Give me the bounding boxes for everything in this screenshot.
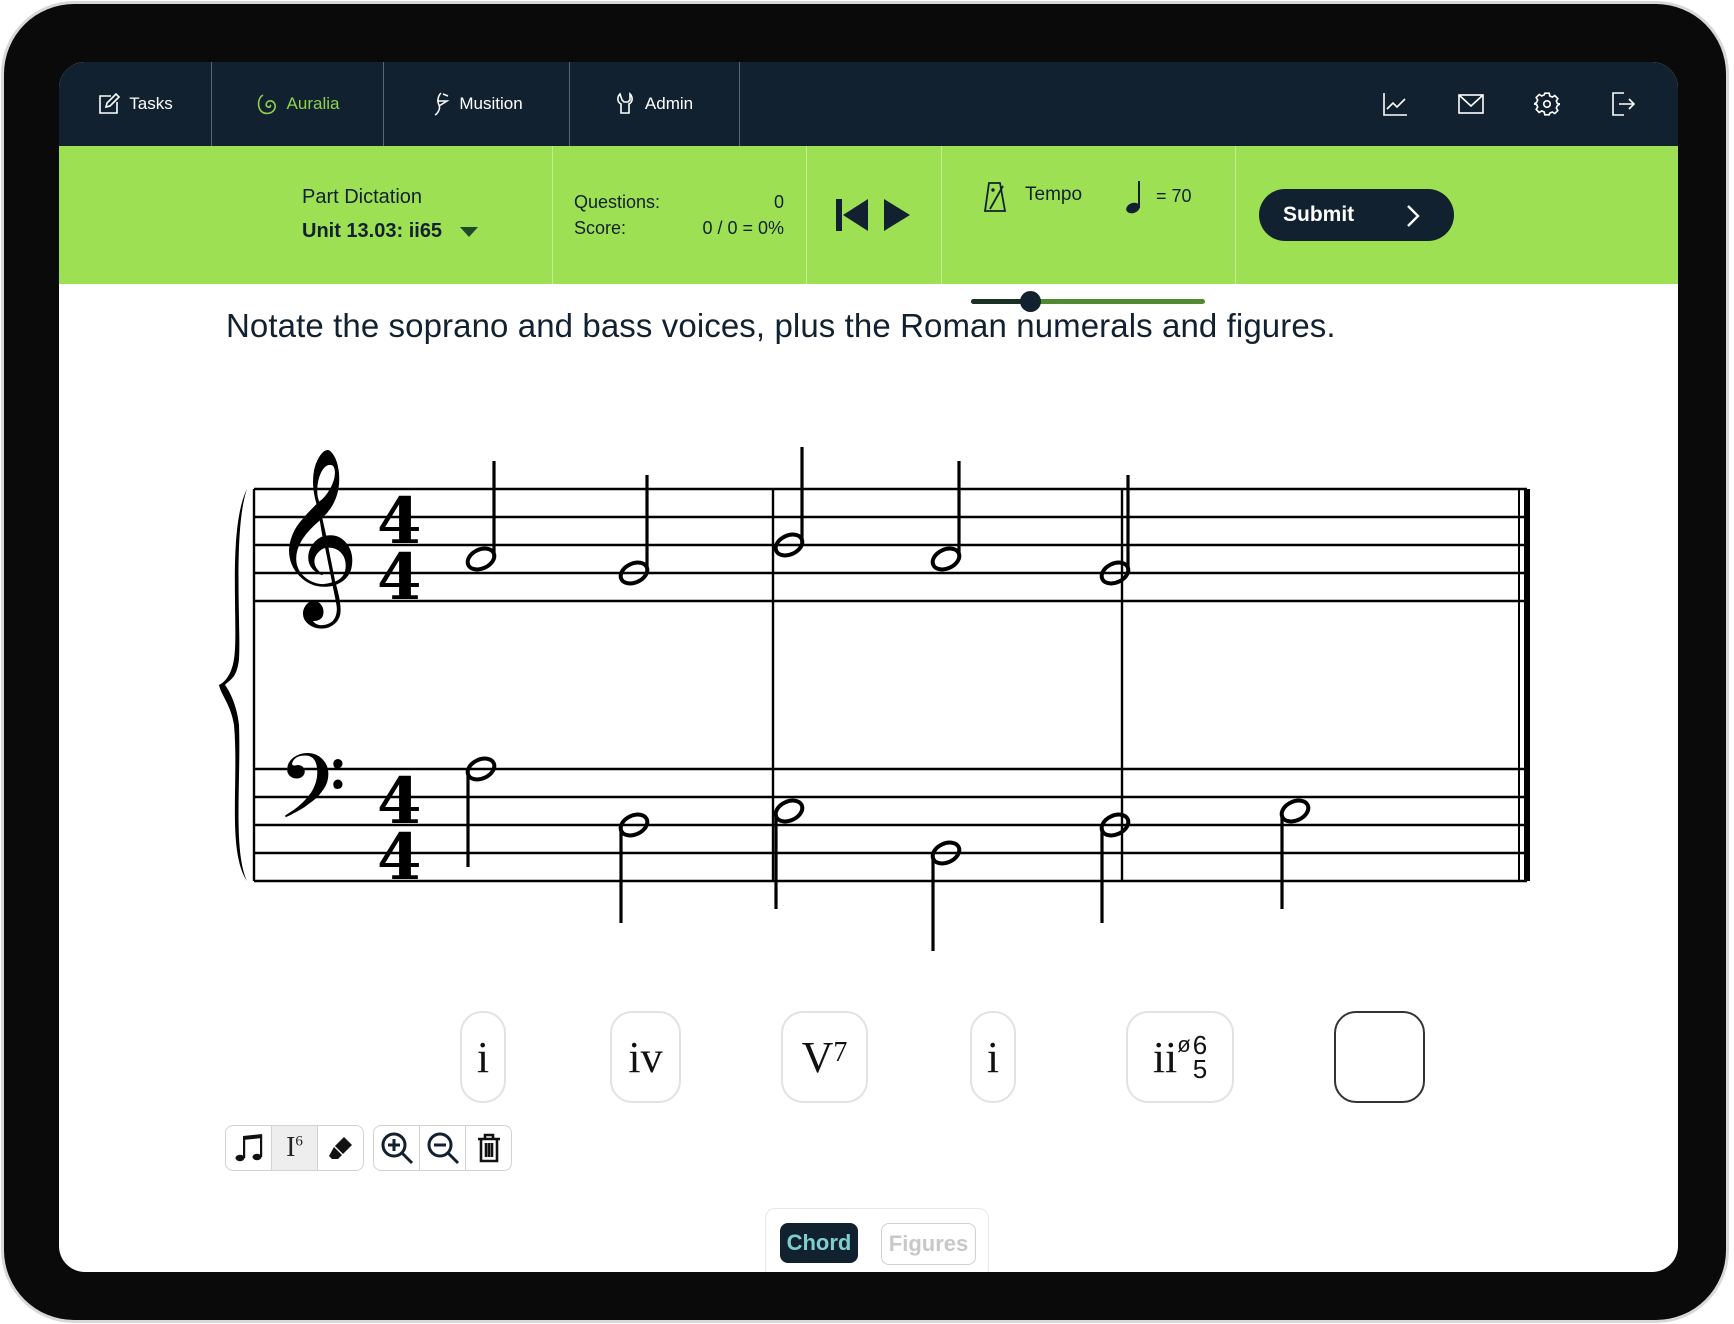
roman-numeral: iv bbox=[628, 1032, 663, 1082]
chord-box[interactable] bbox=[1334, 1011, 1425, 1103]
eraser-icon bbox=[328, 1137, 352, 1159]
roman-numeral: i bbox=[986, 1032, 1000, 1082]
zoom-in-button[interactable] bbox=[374, 1126, 420, 1170]
input-mode-tabs: Chord Figures bbox=[765, 1208, 989, 1272]
roman-numeral: V bbox=[801, 1032, 834, 1082]
tablet-frame: Tasks Auralia Musition Admin Part Dictat… bbox=[4, 4, 1726, 1320]
note-tool-button[interactable] bbox=[226, 1126, 272, 1170]
figure-bottom: 5 bbox=[1192, 1054, 1208, 1084]
chord-quality: 7 bbox=[833, 1037, 848, 1068]
chord-box[interactable]: iv bbox=[610, 1011, 681, 1103]
input-tool-group: I6 bbox=[225, 1125, 364, 1171]
view-tool-group bbox=[373, 1125, 512, 1171]
bass-clef: 𝄢 bbox=[277, 736, 346, 861]
eraser-tool-button[interactable] bbox=[318, 1126, 363, 1170]
chord-box[interactable]: i bbox=[460, 1011, 506, 1103]
notes-icon bbox=[235, 1134, 262, 1162]
zoom-out-icon bbox=[427, 1132, 459, 1165]
roman-numeral-icon: I6 bbox=[286, 1132, 303, 1164]
roman-numeral: ii bbox=[1152, 1032, 1178, 1082]
time-signature-bottom: 4 bbox=[377, 820, 422, 895]
roman-tool-label: I bbox=[286, 1132, 296, 1163]
tab-figures[interactable]: Figures bbox=[881, 1223, 976, 1265]
trash-icon bbox=[477, 1133, 500, 1163]
zoom-out-button[interactable] bbox=[420, 1126, 466, 1170]
treble-clef: 𝄞 bbox=[271, 447, 360, 629]
time-signature-bottom: 4 bbox=[377, 540, 422, 615]
chord-box[interactable]: ii ø 6 5 bbox=[1126, 1011, 1234, 1103]
figured-bass: 65 bbox=[1192, 1032, 1208, 1084]
chord-quality: ø bbox=[1177, 1032, 1191, 1057]
score-staff[interactable]: 𝄞𝄢4444 bbox=[59, 62, 1678, 1062]
tab-chord[interactable]: Chord bbox=[780, 1223, 858, 1263]
roman-tool-sup: 6 bbox=[295, 1133, 303, 1150]
delete-button[interactable] bbox=[466, 1126, 511, 1170]
zoom-in-icon bbox=[381, 1132, 413, 1165]
brace bbox=[219, 489, 247, 881]
final-barline-thick bbox=[1524, 489, 1530, 881]
app-screen: Tasks Auralia Musition Admin Part Dictat… bbox=[59, 62, 1678, 1272]
roman-numeral-tool-button[interactable]: I6 bbox=[272, 1126, 318, 1170]
chord-box[interactable]: V7 bbox=[781, 1011, 868, 1103]
roman-numeral: i bbox=[476, 1032, 490, 1082]
chord-box[interactable]: i bbox=[970, 1011, 1016, 1103]
